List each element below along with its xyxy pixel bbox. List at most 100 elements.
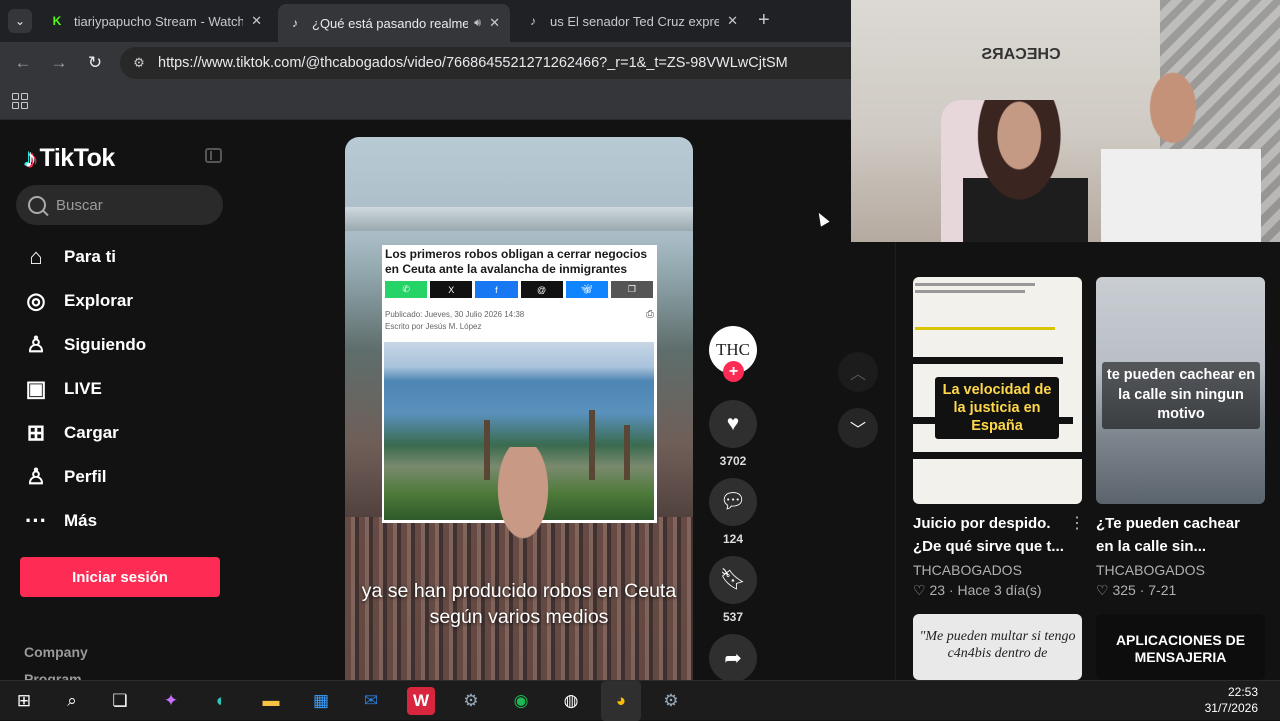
sidebar-item-cargar[interactable]: ⊞ Cargar [20, 411, 146, 455]
close-tab-icon[interactable]: ✕ [727, 13, 738, 29]
browser-tab-bar: ⌄ K tiariypapucho Stream - Watch L ✕ ♪ ¿… [0, 0, 851, 42]
presenter-face [473, 447, 573, 587]
comment-count: 124 [722, 532, 744, 546]
profile-icon: ♙ [26, 464, 46, 489]
article-author: Escrito por Jesús M. López [385, 322, 482, 331]
edge-icon[interactable]: ◐ [207, 687, 235, 715]
address-bar[interactable]: ⚙︎ https://www.tiktok.com/@thcabogados/v… [120, 47, 851, 79]
tab-tiktok-cruz[interactable]: ♪ us El senador Ted Cruz expresó ✕ [516, 6, 748, 36]
tiktok-icon: ♪ [530, 14, 536, 28]
tab-tiktok-active[interactable]: ♪ ¿Qué está pasando realmen 🔊︎ ✕ [278, 4, 510, 42]
following-icon: ♙ [26, 332, 46, 357]
footer-program-link[interactable]: Program [24, 666, 88, 680]
search-icon[interactable]: ⌕ [58, 687, 86, 715]
rec-thumbnail-1[interactable]: La velocidad de la justicia en España [913, 277, 1082, 504]
outlook-icon[interactable]: ✉ [357, 687, 385, 715]
search-box[interactable] [16, 185, 223, 225]
sidebar-item-live[interactable]: ▣ LIVE [20, 367, 146, 411]
next-video-button[interactable]: ﹀ [838, 408, 878, 448]
nav-label: LIVE [64, 379, 102, 398]
palm-tree [624, 425, 630, 480]
search-input[interactable] [56, 196, 206, 214]
forward-button[interactable]: → [48, 52, 70, 74]
footer-links: Company Program [24, 639, 88, 680]
rec-author-2[interactable]: THCABOGADOS [1096, 562, 1205, 578]
wps-office-icon[interactable]: W [407, 687, 435, 715]
rec-thumbnail-3[interactable]: "Me pueden multar si tengo c4n4bis dentr… [913, 614, 1082, 680]
task-view-icon[interactable]: ❏ [106, 687, 134, 715]
rec-title-2[interactable]: ¿Te pueden cachear en la calle sin... [1096, 512, 1251, 558]
new-tab-button[interactable]: + [758, 9, 770, 32]
obs-icon[interactable]: ◍ [557, 687, 585, 715]
taskbar-clock[interactable]: 22:53 31/7/2026 [1205, 684, 1258, 716]
bookmark-icon: 🔖︎ [719, 568, 747, 591]
save-button[interactable]: 🔖︎ [709, 556, 757, 604]
tab-kick-stream[interactable]: K tiariypapucho Stream - Watch L ✕ [40, 6, 272, 36]
rec-thumbnail-2[interactable]: te pueden cachear en la calle sin ningun… [1096, 277, 1265, 504]
redaction-bar [913, 452, 1082, 459]
kick-icon: K [52, 14, 62, 28]
tab-title: tiariypapucho Stream - Watch L [74, 13, 244, 29]
heart-outline-icon: ♡ [1096, 582, 1109, 598]
microsoft-store-icon[interactable]: ▦ [307, 687, 335, 715]
webcam-logo-sign: CHECARS [979, 8, 1063, 68]
more-options-icon[interactable]: ⋮ [1069, 513, 1085, 533]
nav-label: Perfil [64, 467, 107, 486]
close-tab-icon[interactable]: ✕ [489, 15, 500, 31]
speaker-icon[interactable]: 🔊︎ [474, 17, 481, 30]
back-button[interactable]: ← [12, 52, 34, 74]
login-button[interactable]: Iniciar sesión [20, 557, 220, 597]
chevron-up-icon: ︿ [849, 366, 866, 383]
footer-company-link[interactable]: Company [24, 639, 88, 666]
nav-label: Para ti [64, 247, 116, 266]
windows-start-icon[interactable]: ⊞ [10, 687, 38, 715]
tab-search-button[interactable]: ⌄ [8, 9, 32, 33]
previous-video-button[interactable]: ︿ [838, 352, 878, 392]
comment-button[interactable]: 💬︎ [709, 478, 757, 526]
steam-icon-2[interactable]: ⚙︎ [657, 687, 685, 715]
nav-label: Siguiendo [64, 335, 147, 354]
steam-icon[interactable]: ⚙︎ [457, 687, 485, 715]
sidebar-collapse-icon[interactable] [205, 148, 222, 163]
file-explorer-icon[interactable]: ▬ [257, 687, 285, 715]
rec-thumbnail-4[interactable]: APLICACIONES DE MENSAJERIA [1096, 614, 1265, 680]
video-player[interactable]: Los primeros robos obligan a cerrar nego… [345, 137, 693, 680]
sidebar-item-siguiendo[interactable]: ♙ Siguiendo [20, 323, 146, 367]
article-meta: Publicado: Jueves, 30 Julio 2026 14:38 E… [385, 309, 524, 333]
tiktok-logo[interactable]: ♪ TikTok [24, 143, 115, 174]
apps-grid-icon[interactable] [12, 93, 28, 109]
nav-label: Explorar [64, 291, 133, 310]
comment-icon: 💬︎ [719, 490, 747, 513]
share-button[interactable]: ➦ [709, 634, 757, 680]
follow-button[interactable]: + [723, 361, 744, 382]
bookmarks-bar [0, 84, 851, 120]
spotify-icon[interactable]: ◉ [507, 687, 535, 715]
copilot-icon[interactable]: ✦ [157, 687, 185, 715]
sidebar-item-perfil[interactable]: ♙ Perfil [20, 455, 146, 499]
save-count: 537 [722, 610, 744, 624]
home-icon: ⌂ [29, 244, 43, 269]
reload-button[interactable]: ↻ [84, 52, 106, 74]
rec-likes: 325 [1112, 582, 1136, 598]
like-button[interactable]: ♥ [709, 400, 757, 448]
document-line [915, 290, 1025, 293]
webcam-person-left [963, 100, 1088, 242]
chrome-icon[interactable]: ◕ [607, 687, 635, 715]
article-headline: Los primeros robos obligan a cerrar nego… [385, 247, 648, 276]
article-share-row: ✆ X f @ 🦋︎ ❐ [385, 281, 654, 298]
live-icon: ▣ [25, 376, 47, 401]
print-icon: ⎙ [646, 309, 654, 320]
windows-taskbar: ⊞ ⌕ ❏ ✦ ◐ ▬ ▦ ✉ W ⚙︎ ◉ ◍ ◕ ⚙︎ 22:53 31/7… [0, 680, 1280, 721]
rec-overlay-text: te pueden cachear en la calle sin ningun… [1102, 362, 1260, 429]
sidebar-item-para-ti[interactable]: ⌂ Para ti [20, 235, 146, 279]
rec-author-1[interactable]: THCABOGADOS [913, 562, 1022, 578]
close-tab-icon[interactable]: ✕ [251, 13, 262, 29]
sidebar-item-explorar[interactable]: ◎ Explorar [20, 279, 146, 323]
rec-overlay-text: La velocidad de la justicia en España [935, 377, 1059, 439]
rec-title-1[interactable]: Juicio por despido. ¿De qué sirve que t.… [913, 512, 1068, 558]
site-info-icon[interactable]: ⚙︎ [130, 54, 148, 72]
threads-icon: @ [520, 281, 563, 298]
compass-icon: ◎ [26, 288, 46, 313]
browser-toolbar: ← → ↻ ⚙︎ https://www.tiktok.com/@thcabog… [0, 42, 851, 84]
sidebar-item-mas[interactable]: ··· Más [20, 499, 146, 543]
